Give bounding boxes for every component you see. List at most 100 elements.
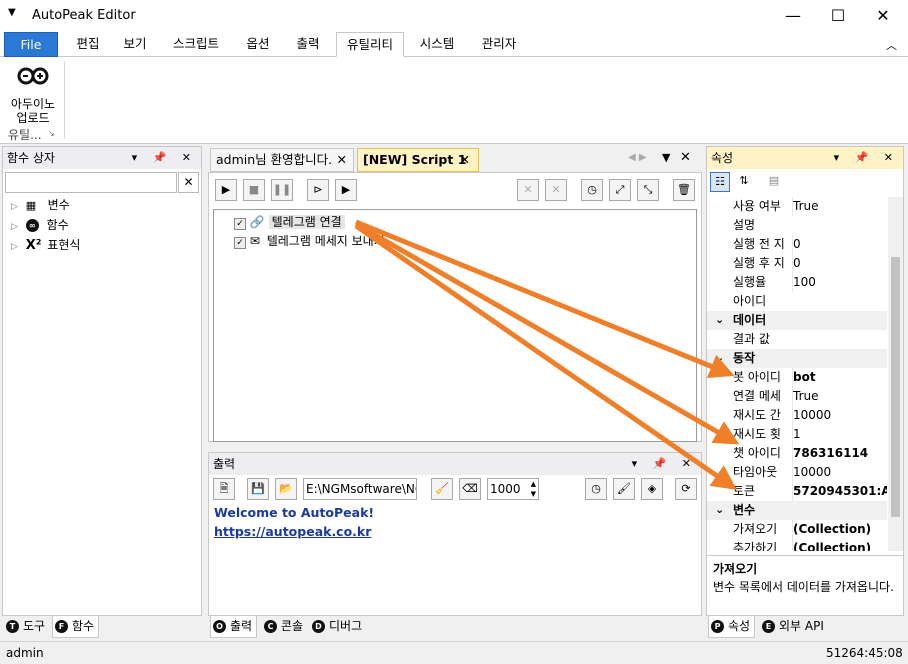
function-search-input[interactable]	[5, 172, 177, 193]
group-label: 유틸...	[8, 128, 42, 142]
property-scrollbar[interactable]	[888, 197, 903, 551]
maximize-button[interactable]: ☐	[815, 0, 861, 32]
open-folder-button[interactable]: 📂	[275, 478, 297, 500]
property-row[interactable]: 연결 메세 True	[707, 387, 887, 406]
trash-button[interactable]: 🗑	[673, 179, 695, 201]
fill-button[interactable]: ◈	[641, 478, 663, 500]
expand-icon[interactable]: ▷	[11, 202, 18, 212]
script-node-telegram-connect[interactable]: ✓ 🔗 텔레그램 연결	[234, 213, 345, 231]
tree-item-expressions[interactable]: ▷ X² 표현식	[11, 235, 80, 255]
close-button[interactable]: ✕	[860, 0, 906, 32]
refresh-button[interactable]: ⟳	[675, 478, 697, 500]
script-canvas[interactable]: ✓ 🔗 텔레그램 연결 ✓ ✉ 텔레그램 메세지 보내기	[213, 209, 697, 442]
property-row[interactable]: 사용 여부 True	[707, 197, 887, 216]
panel-header-buttons[interactable]: ▾ 📌 ✕	[632, 453, 697, 475]
eraser-button[interactable]: ⌫	[459, 478, 481, 500]
tab-view[interactable]: 보기	[112, 32, 158, 57]
save-log-button[interactable]: 💾	[247, 478, 269, 500]
property-pages-icon[interactable]: ▤	[764, 172, 784, 192]
node-checkbox[interactable]: ✓	[234, 237, 246, 249]
link-icon: 🔗	[249, 215, 265, 229]
step-button[interactable]: ⊳	[307, 179, 329, 201]
property-row[interactable]: 설명	[707, 216, 887, 235]
minimize-button[interactable]: —	[770, 0, 816, 32]
tab-utility[interactable]: 유틸리티	[336, 32, 404, 57]
property-row[interactable]: 재시도 횟1	[707, 425, 887, 444]
tab-system[interactable]: 시스템	[406, 32, 468, 57]
timer-button[interactable]: ◷	[581, 179, 603, 201]
tab-admin[interactable]: 관리자	[470, 32, 528, 57]
property-row[interactable]: 가져오기 (Collection)	[707, 520, 887, 539]
new-log-button[interactable]: 🗎	[213, 478, 235, 500]
tab-script[interactable]: 스크립트	[160, 32, 232, 57]
close-document-icon[interactable]: ✕	[680, 150, 691, 165]
arduino-upload-button[interactable]: 아두이노 업로드	[4, 61, 62, 125]
tab-script-1[interactable]: [NEW] Script 1 ✕	[357, 148, 479, 172]
script-node-telegram-send[interactable]: ✓ ✉ 텔레그램 메세지 보내기	[234, 232, 388, 250]
clear-search-button[interactable]: ✕	[178, 172, 199, 193]
property-row[interactable]: 실행율 100	[707, 273, 887, 292]
tab-edit[interactable]: 편집	[64, 32, 112, 57]
property-row[interactable]: 봇 아이디 bot	[707, 368, 887, 387]
dialog-launcher-icon[interactable]: ↘	[48, 129, 55, 138]
time-button[interactable]: ◷	[585, 478, 607, 500]
scroll-tabs-left-icon[interactable]: ◀ ▶	[628, 152, 647, 163]
property-row[interactable]: 실행 후 지0	[707, 254, 887, 273]
property-row[interactable]: 결과 값	[707, 330, 887, 349]
chevron-down-icon[interactable]: ⌄	[715, 348, 724, 367]
clean-button[interactable]: 🧹	[431, 478, 453, 500]
stop-button[interactable]: ■	[243, 179, 265, 201]
close-tab-icon[interactable]: ✕	[337, 149, 347, 171]
tab-debug[interactable]: D 디버그	[310, 616, 366, 638]
run-button[interactable]: ▶	[215, 179, 237, 201]
property-row[interactable]: 아이디	[707, 292, 887, 311]
close-tab-icon[interactable]: ✕	[460, 149, 470, 171]
status-user: admin	[6, 646, 44, 660]
category-data[interactable]: ⌄ 데이터	[707, 311, 887, 330]
panel-header-buttons[interactable]: ▾ 📌 ✕	[132, 147, 197, 169]
panel-header-buttons[interactable]: ▾ 📌 ✕	[834, 147, 899, 169]
brush-button[interactable]: 🖌	[613, 478, 635, 500]
tab-functions[interactable]: F 함수	[52, 616, 100, 638]
collapse-button[interactable]: ⤡	[637, 179, 659, 201]
chevron-down-icon[interactable]: ⌄	[715, 500, 724, 519]
file-tab[interactable]: File	[4, 32, 58, 57]
remove-disabled-button[interactable]: ✕	[545, 179, 567, 201]
tab-tools[interactable]: T 도구	[4, 616, 49, 638]
property-row[interactable]: 토큰5720945301:AAH	[707, 482, 887, 501]
line-limit-stepper[interactable]: 1000 ▲ ▼	[487, 478, 539, 500]
delete-disabled-button[interactable]: ✕	[517, 179, 539, 201]
tab-console[interactable]: C 콘솔	[262, 616, 307, 638]
property-row[interactable]: 챗 아이디 786316114	[707, 444, 887, 463]
chevron-down-icon[interactable]: ⌄	[715, 310, 724, 329]
log-path-input[interactable]: E:\NGMsoftware\NG	[303, 478, 417, 500]
quick-access-icon[interactable]: ▼	[8, 7, 16, 18]
tab-welcome[interactable]: admin님 환영합니다. ✕	[210, 148, 354, 172]
expand-icon[interactable]: ▷	[11, 242, 18, 252]
tree-item-functions[interactable]: ▷ ∞ 함수	[11, 215, 69, 235]
category-variables[interactable]: ⌄ 변수	[707, 501, 887, 520]
run-selected-button[interactable]: ▶	[335, 179, 357, 201]
collapse-ribbon-icon[interactable]: ︿	[886, 37, 897, 53]
tab-properties[interactable]: P 속성	[708, 616, 756, 638]
node-checkbox[interactable]: ✓	[234, 218, 246, 230]
pause-button[interactable]: ❚❚	[271, 179, 293, 201]
output-link[interactable]: https://autopeak.co.kr	[214, 524, 371, 539]
tree-item-variables[interactable]: ▷ ▦ 변수	[11, 195, 70, 215]
property-row[interactable]: 실행 전 지0	[707, 235, 887, 254]
property-row[interactable]: 재시도 간 10000	[707, 406, 887, 425]
tab-options[interactable]: 옵션	[234, 32, 282, 57]
property-row[interactable]: 타임아웃 10000	[707, 463, 887, 482]
tab-list-icon[interactable]: ▼	[662, 151, 670, 164]
tab-output-bottom[interactable]: O 출력	[210, 616, 258, 638]
expand-button[interactable]: ⤢	[609, 179, 631, 201]
property-row[interactable]: 추가하기 (Collection)	[707, 539, 887, 551]
categorized-icon[interactable]: ☷	[710, 172, 730, 192]
sort-alpha-icon[interactable]: ⇅	[734, 172, 754, 192]
tab-external-api[interactable]: E 외부 API	[760, 616, 828, 638]
tab-output[interactable]: 출력	[284, 32, 332, 57]
scrollbar-thumb[interactable]	[891, 257, 900, 517]
expand-icon[interactable]: ▷	[11, 222, 18, 232]
category-action[interactable]: ⌄ 동작	[707, 349, 887, 368]
stepper-arrows-icon[interactable]: ▲ ▼	[531, 479, 536, 499]
